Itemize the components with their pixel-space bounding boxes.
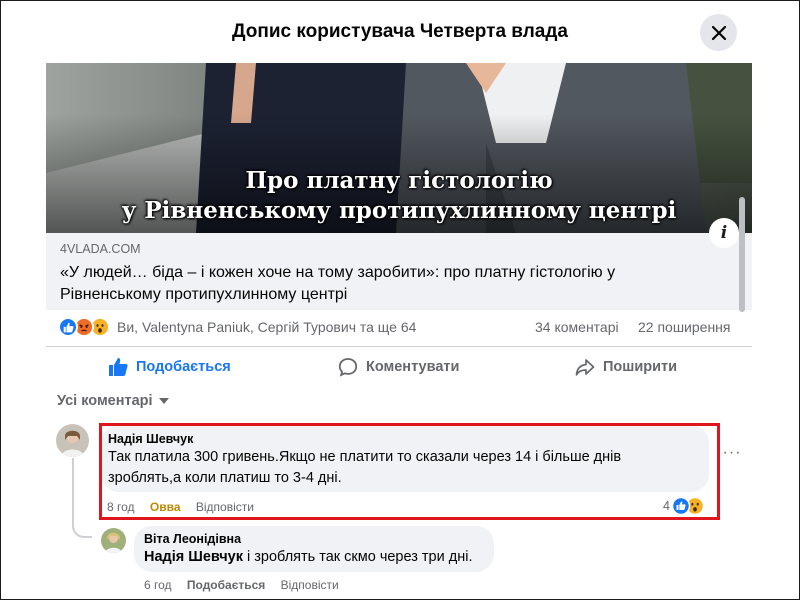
link-domain: 4VLADA.COM: [60, 242, 141, 256]
link-preview-image[interactable]: Про платну гістологію у Рівненському про…: [46, 63, 752, 233]
share-button[interactable]: Поширити: [575, 351, 677, 383]
reply-author[interactable]: Віта Леонідівна: [144, 532, 241, 546]
comment-icon: [338, 358, 358, 377]
link-title[interactable]: «У людей… біда – і кожен хоче на тому за…: [60, 262, 720, 306]
avatar[interactable]: [101, 528, 126, 553]
highlight-box: [99, 423, 720, 520]
chevron-down-icon: [158, 398, 169, 404]
image-caption-line1: Про платну гістологію: [245, 167, 553, 194]
thumbs-up-icon: [109, 358, 128, 376]
share-label: Поширити: [603, 359, 678, 375]
reply-bubble[interactable]: Віта Леонідівна Надія Шевчук і зроблять …: [134, 526, 494, 572]
scrollbar-thumb[interactable]: [739, 197, 745, 312]
dialog-header: Допис користувача Четверта влада: [1, 1, 799, 63]
reply-thread-connector: [72, 458, 92, 538]
reply-time[interactable]: 6 год: [144, 578, 172, 592]
more-options-icon[interactable]: ···: [721, 445, 743, 468]
link-preview-card[interactable]: Про платну гістологію у Рівненському про…: [46, 63, 752, 310]
close-icon: [711, 25, 726, 40]
link-meta[interactable]: 4VLADA.COM «У людей… біда – і кожен хоче…: [46, 233, 752, 310]
reactors-list[interactable]: Ви, Valentyna Paniuk, Сергій Турович та …: [117, 319, 416, 335]
comments-sort-label: Усі коментарі: [57, 393, 153, 409]
comments-sort-dropdown[interactable]: Усі коментарі: [57, 393, 169, 409]
reply-like-link[interactable]: Подобається: [187, 578, 265, 592]
share-icon: [575, 359, 595, 376]
reply-meta: 6 год Подобається Відповісти: [144, 578, 351, 592]
reply-text-body: і зроблять так скмо через три дні.: [243, 549, 473, 565]
like-label: Подобається: [136, 359, 231, 375]
dialog-title: Допис користувача Четверта влада: [231, 21, 568, 42]
reply-text: Надія Шевчук і зроблять так скмо через т…: [144, 547, 472, 568]
mention-link[interactable]: Надія Шевчук: [144, 549, 243, 565]
post-actions: Подобається Коментувати Поширити: [46, 346, 752, 386]
close-button[interactable]: [700, 14, 737, 51]
reactions-summary[interactable]: Ви, Valentyna Paniuk, Сергій Турович та …: [58, 316, 748, 340]
comment-button[interactable]: Коментувати: [338, 351, 459, 383]
avatar[interactable]: [56, 424, 89, 457]
reply-reply-link[interactable]: Відповісти: [281, 578, 339, 592]
like-icon: [671, 497, 690, 515]
shares-count[interactable]: 22 поширення: [638, 319, 731, 335]
info-icon: i: [720, 223, 728, 243]
image-caption-line2: у Рівненському протипухлинному центрі: [121, 197, 677, 224]
info-button[interactable]: i: [709, 218, 739, 248]
comments-count[interactable]: 34 коментарі: [535, 319, 619, 335]
reaction-icons[interactable]: [58, 317, 112, 337]
like-icon: [58, 317, 78, 337]
like-button[interactable]: Подобається: [108, 351, 231, 383]
comment-label: Коментувати: [366, 359, 460, 375]
